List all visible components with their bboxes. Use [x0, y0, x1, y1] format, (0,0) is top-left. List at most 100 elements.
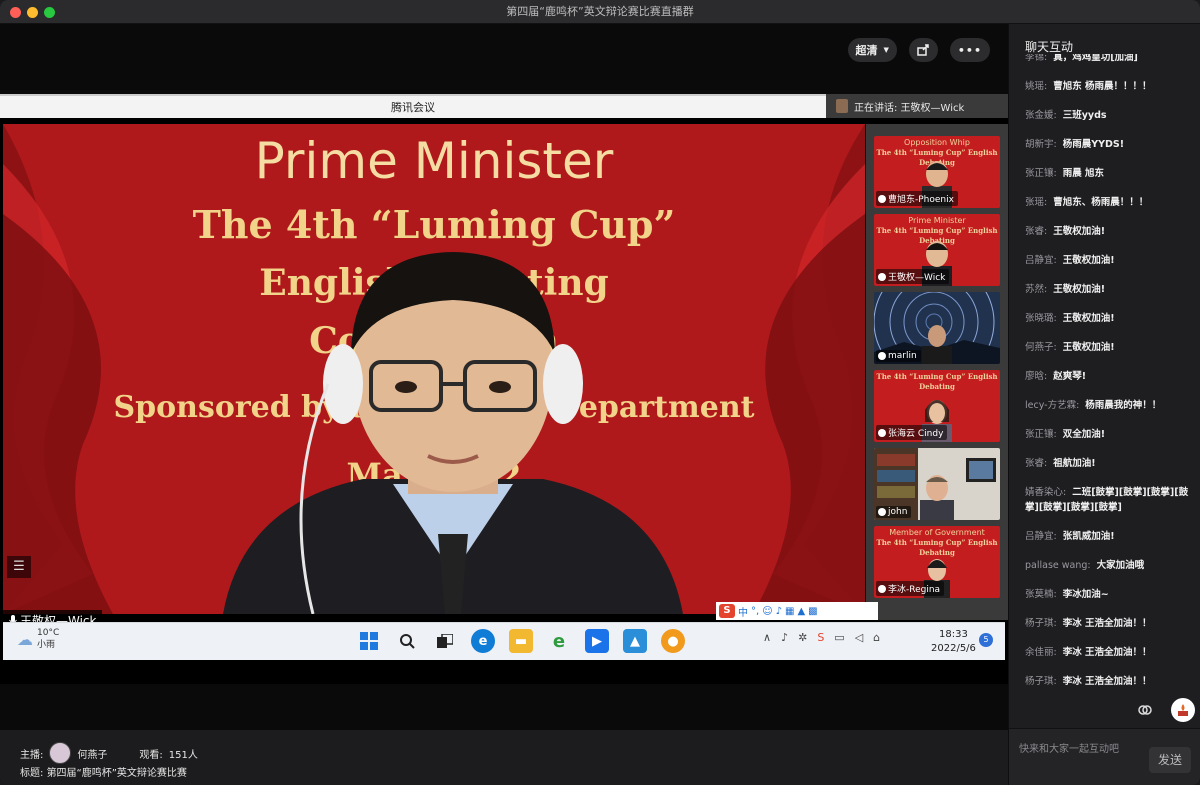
chat-input[interactable]	[1019, 739, 1139, 759]
tray-ime-icon[interactable]: S	[817, 631, 824, 644]
tray-volume-icon[interactable]: ◁	[855, 631, 863, 644]
cloud-rain-icon: ☁	[17, 629, 33, 649]
chat-message: 张睿: 王敬权加油!	[1025, 226, 1106, 237]
participant-name: 李冰-Regina	[888, 585, 941, 595]
participant-tile[interactable]: Prime Minister The 4th “Luming Cup” Engli…	[874, 214, 1000, 286]
participant-name: john	[888, 507, 908, 517]
chat-message: 姚瑶: 曹旭东 杨雨晨！！！！	[1025, 81, 1152, 92]
emoji-icon: ☺	[762, 605, 773, 617]
participant-name: marlin	[888, 351, 917, 361]
edge-browser-icon[interactable]: e	[471, 629, 495, 653]
live-player[interactable]: 超清 ▼ ••• 腾讯会议 正在讲话: 王敬权—Wick Prime Minis…	[0, 24, 1008, 730]
tray-overflow-icon[interactable]: ∧	[763, 631, 771, 644]
speaker-figure	[223, 252, 683, 614]
chat-message: 廖晗: 赵爽琴!	[1025, 371, 1087, 382]
host-name: 何燕子	[77, 749, 108, 761]
tray-display-icon[interactable]: ▭	[834, 631, 844, 644]
windows-start-icon[interactable]	[357, 629, 381, 653]
player-controls: 超清 ▼ •••	[847, 38, 990, 62]
participant-name: 曹旭东-Phoenix	[888, 195, 954, 205]
chat-header: 聊天互动	[1025, 40, 1074, 54]
punctuation-icon: °,	[751, 605, 760, 617]
clock-time: 18:33	[939, 629, 968, 640]
participant-name: 王敬权—Wick	[888, 273, 946, 283]
participant-tile[interactable]: john	[874, 448, 1000, 520]
chat-message-list[interactable]: 李锦: 真，鸡鸡皇功[加油] 姚瑶: 曹旭东 杨雨晨！！！！ 张金媛: 三班yyds …	[1009, 54, 1200, 688]
stream-title-label: 标题:	[20, 768, 44, 779]
participant-gallery: Opposition Whip The 4th “Luming Cup” Engl…	[866, 124, 1008, 620]
chat-message: pallase wang: 大家加油哦	[1025, 560, 1145, 571]
speaking-label: 正在讲话: 王敬权—Wick	[854, 102, 965, 114]
more-options-button[interactable]: •••	[949, 38, 990, 62]
participant-list-toggle[interactable]: ☰	[7, 556, 31, 578]
recorder-app-icon[interactable]: ●	[661, 629, 685, 653]
participant-video-avatar	[922, 325, 952, 364]
speaker-mini-avatar	[836, 99, 848, 113]
participant-tile[interactable]: The 4th “Luming Cup” English Debating 张海…	[874, 370, 1000, 442]
file-explorer-icon[interactable]: ▬	[509, 629, 533, 653]
clock-date: 2022/5/6	[931, 643, 976, 654]
chat-message: 张正镶: 双全加油!	[1025, 429, 1106, 440]
title-bar: 第四届“鹿鸣杯”英文辩论赛比赛直播群	[0, 0, 1200, 24]
chat-message: 余佳丽: 李冰 王浩全加油！！	[1025, 647, 1152, 658]
participant-tile[interactable]: Opposition Whip The 4th “Luming Cup” Engl…	[874, 136, 1000, 208]
voice-icon: ♪	[775, 605, 783, 617]
mic-status-icon	[878, 508, 886, 516]
tile-slide-title: Prime Minister	[908, 216, 966, 225]
chat-message: 李锦: 真，鸡鸡皇功[加油]	[1025, 54, 1138, 63]
link-icon[interactable]	[1135, 700, 1155, 720]
notification-badge[interactable]: 5	[979, 633, 993, 647]
keyboard-icon: ▦	[785, 605, 795, 617]
chat-message: 张正镶: 雨晨 旭东	[1025, 168, 1105, 179]
tile-slide-title: Member of Government	[889, 528, 985, 537]
window-title: 第四届“鹿鸣杯”英文辩论赛比赛直播群	[506, 5, 694, 18]
chat-message: 胡新宇: 杨雨晨YYDS!	[1025, 139, 1125, 150]
participant-tile[interactable]: marlin	[874, 292, 1000, 364]
viewers-label: 观看:	[139, 749, 163, 761]
chat-tools	[1135, 698, 1195, 722]
ime-mode: 中	[738, 607, 748, 619]
share-icon	[917, 44, 929, 56]
taskbar-clock[interactable]: 18:33 2022/5/6	[931, 628, 976, 656]
ie-browser-icon[interactable]: e	[547, 629, 571, 653]
weather-widget[interactable]: ☁ 10°C 小雨	[17, 627, 59, 651]
slide-role-title: Prime Minister	[254, 132, 614, 190]
chat-message: 张瑶: 曹旭东、杨雨晨！！！	[1025, 197, 1149, 208]
chat-message: 杨子琪: 李冰 王浩全加油！！	[1025, 676, 1152, 687]
host-avatar[interactable]	[49, 742, 72, 764]
weather-temperature: 10°C	[37, 628, 60, 638]
mic-status-icon	[878, 194, 886, 203]
main-speaker-video[interactable]: Prime Minister The 4th “Luming Cup” Engl…	[3, 124, 865, 614]
meeting-title-bar: 腾讯会议	[0, 94, 826, 118]
share-button[interactable]	[908, 38, 938, 62]
chat-message: 婧香染心: 二班[鼓掌][鼓掌][鼓掌][鼓掌][鼓掌][鼓掌][鼓掌]	[1025, 487, 1189, 513]
speaking-indicator: 正在讲话: 王敬权—Wick	[826, 94, 1008, 118]
chat-message: 杨子琪: 李冰 王浩全加油！！	[1025, 618, 1152, 629]
chat-message: 苏然: 王敬权加油!	[1025, 284, 1106, 295]
skin-icon: ▲	[797, 605, 806, 617]
tray-mic-icon[interactable]: ♪	[781, 631, 788, 644]
system-tray: ∧ ♪ ✲ S ▭ ◁ ⌂	[763, 631, 880, 644]
chat-input-area: 发送	[1009, 728, 1200, 785]
quality-selector[interactable]: 超清 ▼	[847, 38, 897, 62]
chat-panel: 聊天互动 李锦: 真，鸡鸡皇功[加油] 姚瑶: 曹旭东 杨雨晨！！！！ 张金媛: 三班…	[1008, 24, 1200, 785]
gift-icon[interactable]	[1171, 698, 1195, 722]
chat-message: 张莫楠: 李冰加油~	[1025, 589, 1109, 600]
chat-message: 吕静宜: 王敬权加油!	[1025, 255, 1115, 266]
chat-message: lecy-方艺霖: 杨雨晨我的神！！	[1025, 400, 1162, 411]
tray-network-icon[interactable]: ⌂	[873, 631, 880, 644]
participant-tile[interactable]: Member of Government The 4th “Luming Cup”…	[874, 526, 1000, 598]
send-button[interactable]: 发送	[1149, 747, 1191, 773]
presentation-app-icon[interactable]: ▲	[623, 629, 647, 653]
chat-message: 张睿: 祖航加油!	[1025, 458, 1096, 469]
search-icon[interactable]	[395, 629, 419, 653]
tencent-meeting-icon[interactable]: ▶	[585, 629, 609, 653]
participant-video-avatar	[920, 475, 954, 520]
app-window: 第四届“鹿鸣杯”英文辩论赛比赛直播群 超清 ▼ ••• 腾讯会议 正在讲话: 王…	[0, 0, 1200, 785]
ime-toolbar[interactable]: S 中 °, ☺ ♪ ▦ ▲ ▩	[716, 602, 878, 620]
tray-settings-icon[interactable]: ✲	[798, 631, 807, 644]
chat-message: 张金媛: 三班yyds	[1025, 110, 1107, 121]
mic-status-icon	[878, 584, 886, 593]
task-view-icon[interactable]	[433, 629, 457, 653]
sogou-logo-icon: S	[719, 604, 735, 618]
